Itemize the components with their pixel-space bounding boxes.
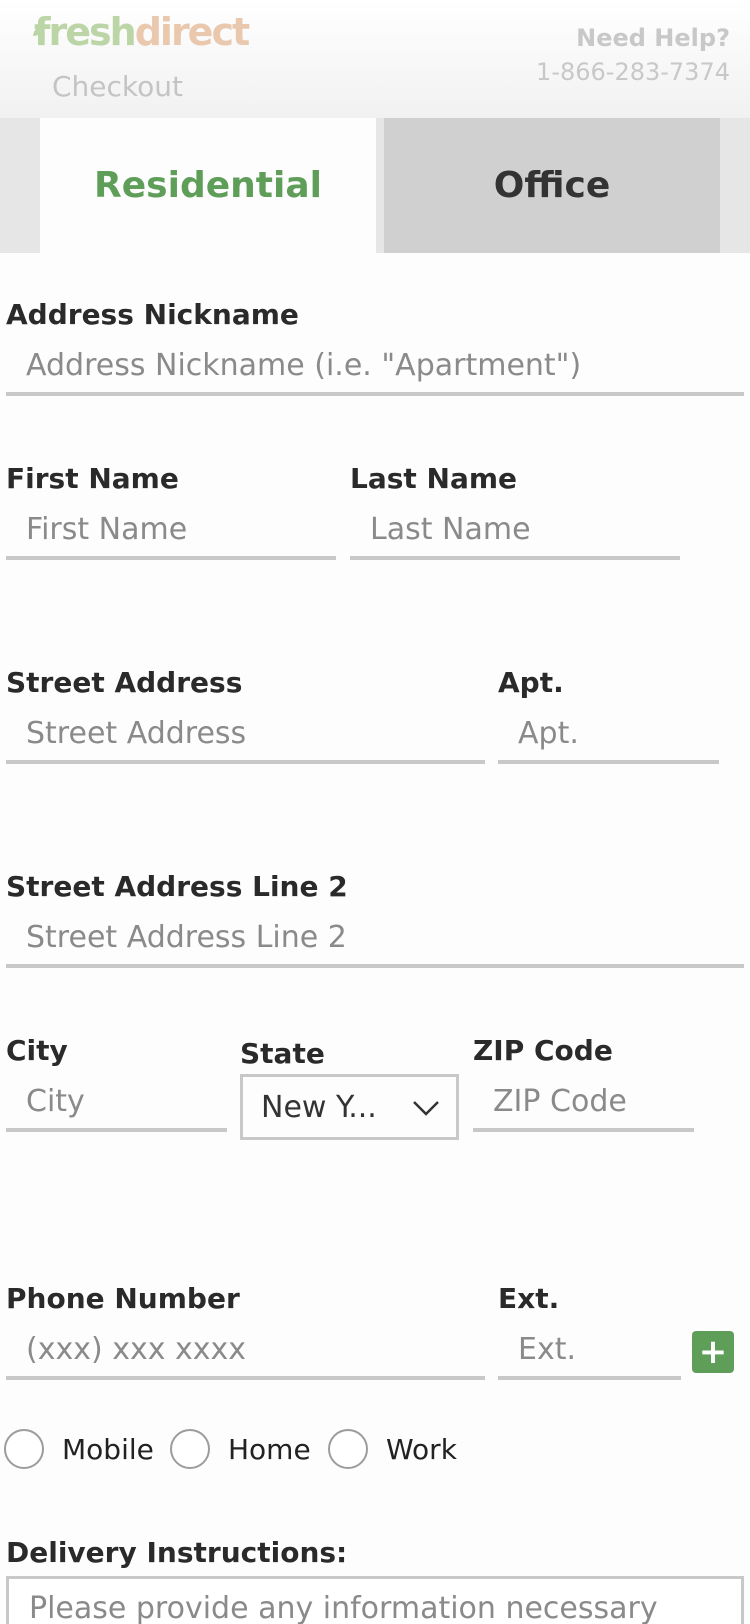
state-label: State [240,1037,325,1070]
street-address-input[interactable] [6,706,485,764]
last-name-label: Last Name [350,462,518,495]
radio-home[interactable] [170,1429,210,1469]
radio-mobile[interactable] [4,1429,44,1469]
tab-office[interactable]: Office [384,118,720,253]
first-name-input[interactable] [6,502,336,560]
app-header: fresh direct Checkout Need Help? 1-866-2… [0,0,750,118]
street-address-2-input[interactable] [6,910,744,968]
need-help-title: Need Help? [576,24,730,52]
help-phone-link[interactable]: 1-866-283-7374 [536,58,730,86]
street-address-2-label: Street Address Line 2 [6,870,348,903]
ext-input[interactable] [498,1322,681,1380]
city-label: City [6,1034,68,1067]
logo-fresh: fresh [34,10,137,54]
radio-work-label: Work [386,1433,457,1466]
chevron-down-icon [413,1101,439,1116]
nickname-input[interactable] [6,338,744,396]
delivery-instructions-input[interactable] [6,1576,744,1624]
radio-work[interactable] [328,1429,368,1469]
freshdirect-logo[interactable]: fresh direct [33,10,250,54]
nickname-label: Address Nickname [6,298,299,331]
tab-residential[interactable]: Residential [40,118,376,253]
page-subtitle: Checkout [52,70,183,103]
ext-label: Ext. [498,1282,560,1315]
street-address-label: Street Address [6,666,243,699]
phone-label: Phone Number [6,1282,240,1315]
state-selected-value: New Y... [261,1089,377,1125]
first-name-label: First Name [6,462,179,495]
address-type-tabs: Residential Office [0,118,750,253]
phone-input[interactable] [6,1322,485,1380]
add-phone-button[interactable]: + [692,1331,734,1373]
zip-input[interactable] [473,1074,694,1132]
zip-label: ZIP Code [473,1034,613,1067]
logo-direct: direct [134,10,250,54]
apt-label: Apt. [498,666,564,699]
radio-mobile-label: Mobile [62,1433,154,1466]
leaf-icon [33,25,45,36]
radio-home-label: Home [228,1433,311,1466]
apt-input[interactable] [498,706,719,764]
delivery-instructions-label: Delivery Instructions: [6,1536,348,1569]
state-select[interactable]: New Y... [240,1074,459,1140]
last-name-input[interactable] [350,502,680,560]
city-input[interactable] [6,1074,227,1132]
